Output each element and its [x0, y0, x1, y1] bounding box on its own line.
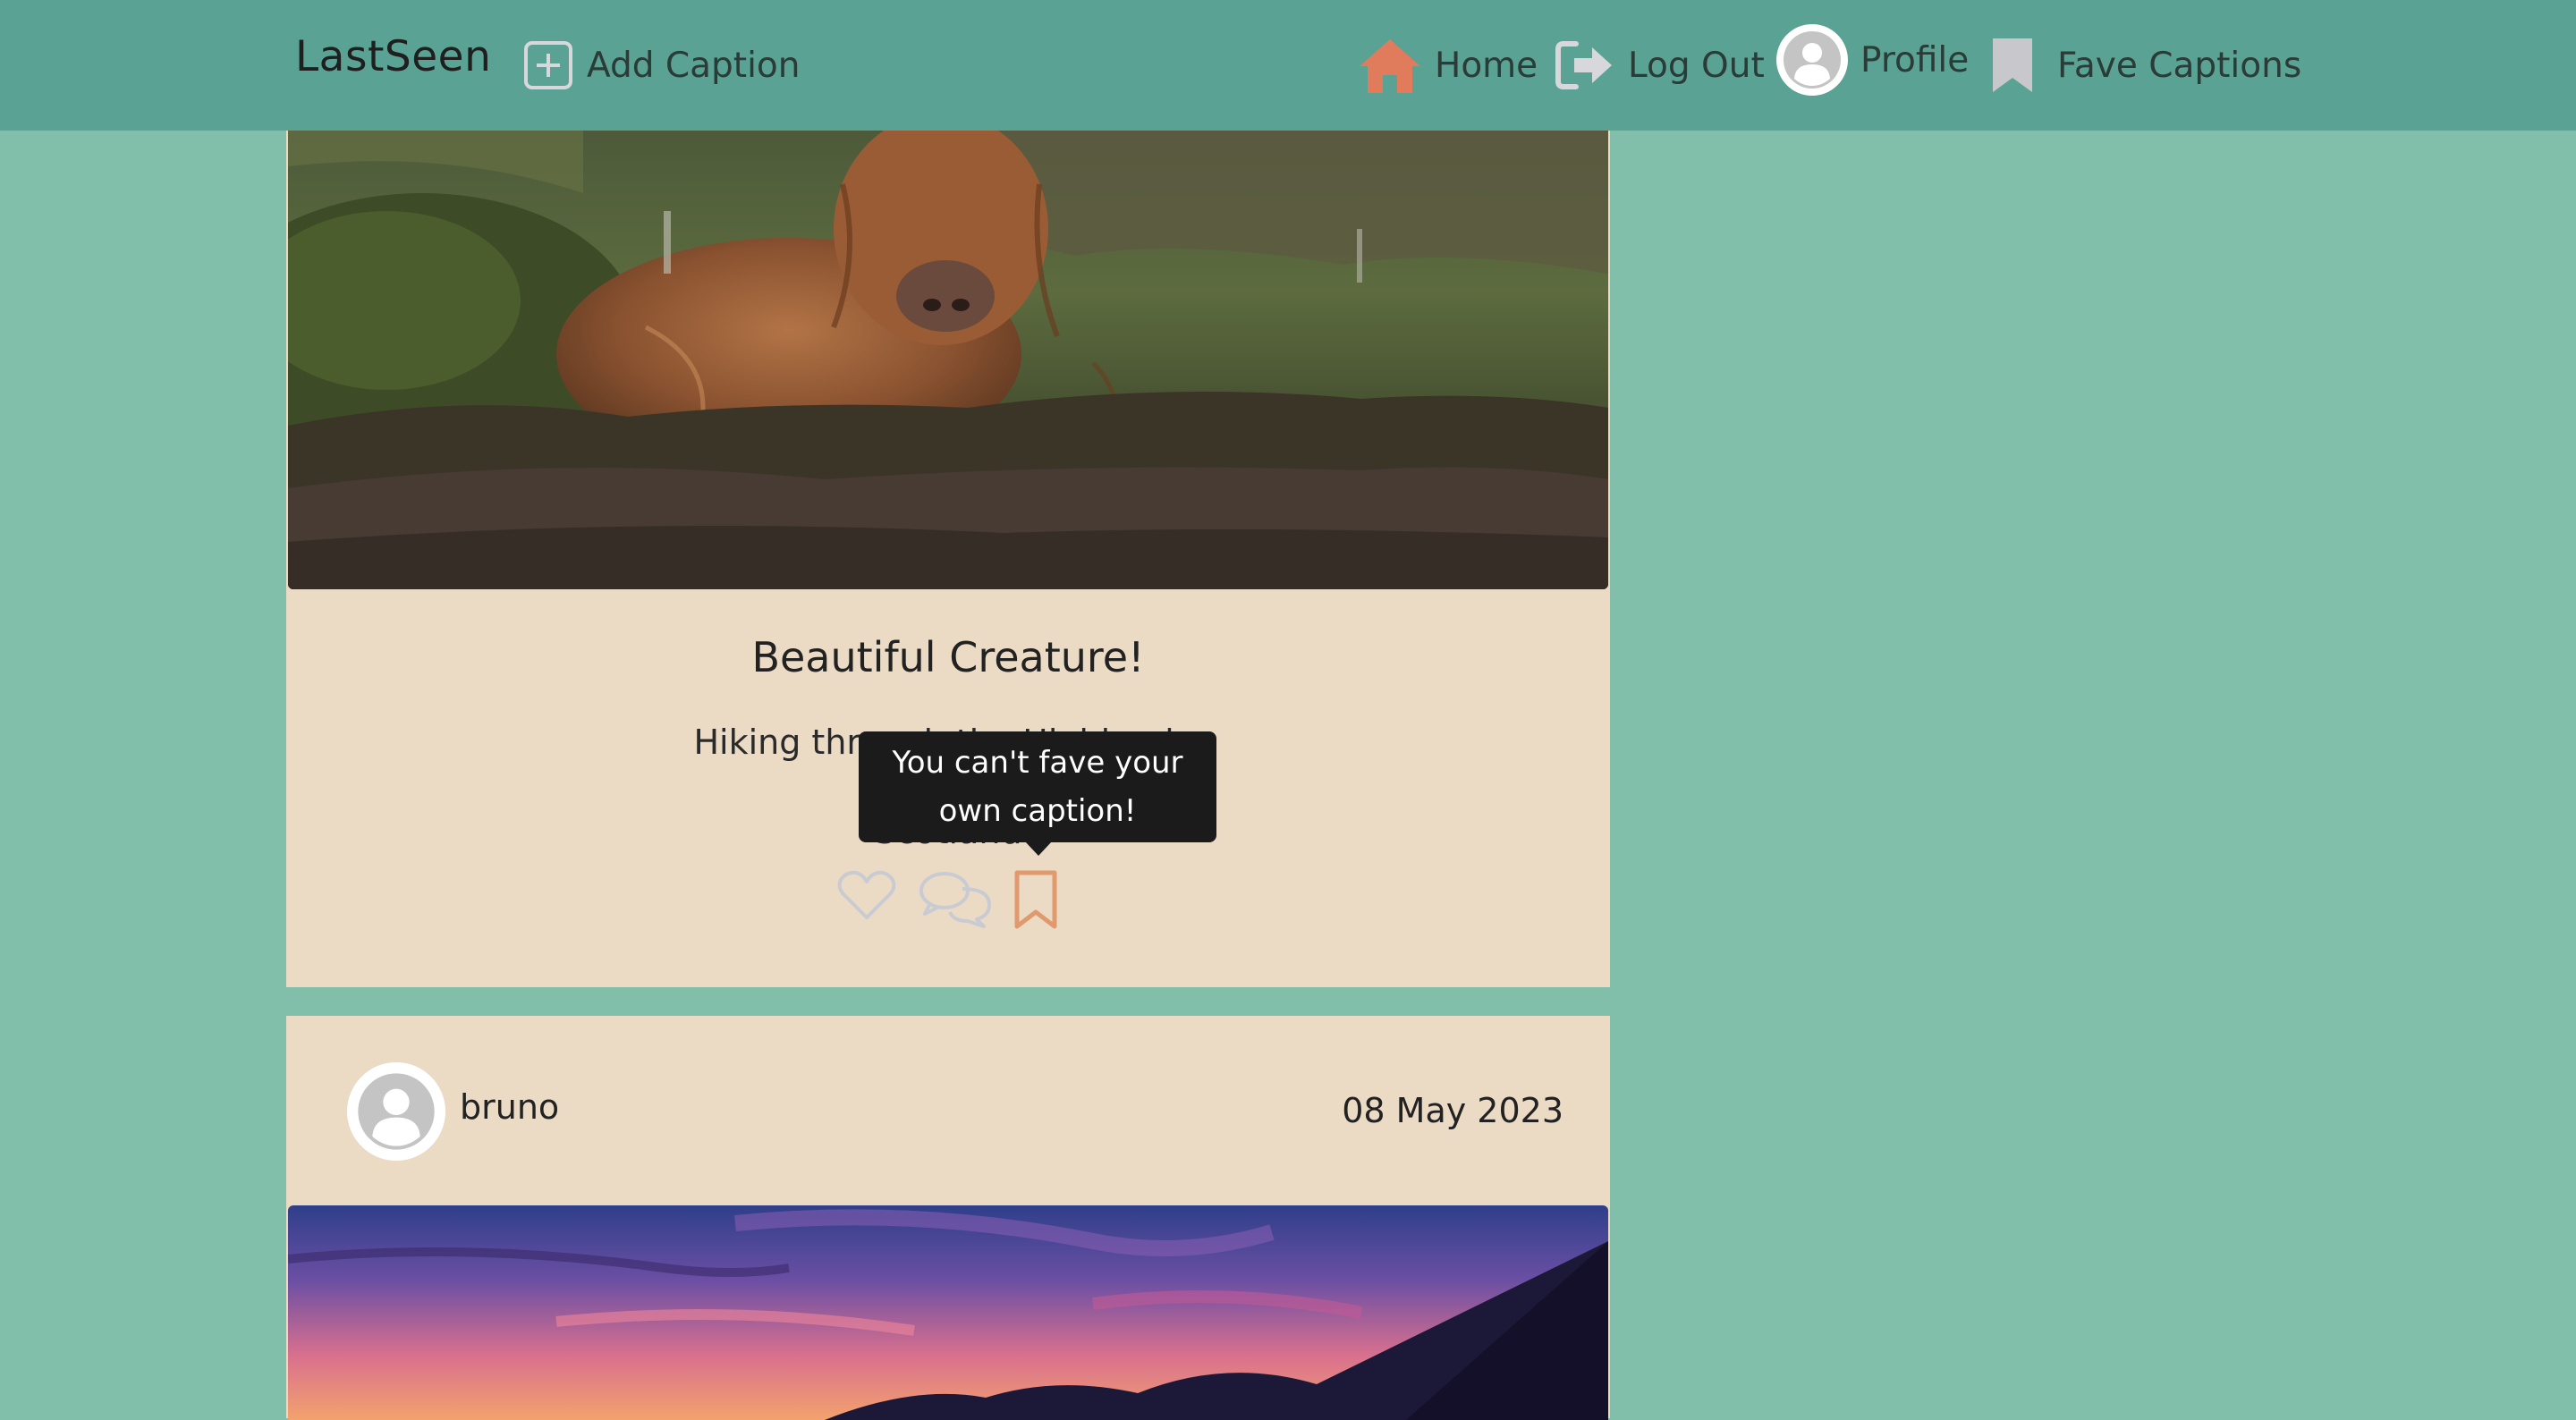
post-date: 08 May 2023	[1342, 1091, 1563, 1130]
fave-tooltip: You can't fave your own caption!	[859, 731, 1216, 856]
nav-home[interactable]: Home	[1358, 0, 1538, 131]
nav-logout-label: Log Out	[1628, 45, 1765, 86]
post-actions	[286, 869, 1610, 941]
avatar[interactable]	[347, 1062, 445, 1161]
home-icon	[1358, 36, 1422, 95]
avatar-icon	[1776, 24, 1848, 96]
nav-fave-captions[interactable]: Fave Captions	[1989, 0, 2301, 131]
brand-logo[interactable]: LastSeen	[295, 32, 491, 81]
heart-icon[interactable]	[835, 869, 898, 926]
nav-profile[interactable]: Profile	[1776, 0, 1969, 125]
bookmark-icon[interactable]	[1013, 869, 1059, 935]
post-image	[288, 1205, 1608, 1420]
plus-square-icon	[522, 39, 574, 91]
nav-logout[interactable]: Log Out	[1555, 0, 1765, 131]
bookmark-icon	[1989, 35, 2036, 96]
nav-home-label: Home	[1435, 45, 1538, 86]
post-title: Beautiful Creature!	[751, 633, 1145, 681]
post-image	[288, 131, 1608, 589]
top-navbar: LastSeen Add Caption Home Log Out Profil…	[0, 0, 2576, 131]
post-card: Beautiful Creature! Hiking through the H…	[286, 131, 1610, 987]
post-author[interactable]: bruno	[460, 1087, 559, 1127]
nav-profile-label: Profile	[1860, 39, 1970, 80]
nav-add-caption-label: Add Caption	[587, 45, 801, 86]
nav-add-caption[interactable]: Add Caption	[522, 0, 801, 131]
nav-fave-captions-label: Fave Captions	[2057, 45, 2302, 86]
logout-icon	[1555, 38, 1615, 92]
comments-icon[interactable]	[918, 869, 995, 932]
post-card: bruno 08 May 2023	[286, 1016, 1610, 1420]
